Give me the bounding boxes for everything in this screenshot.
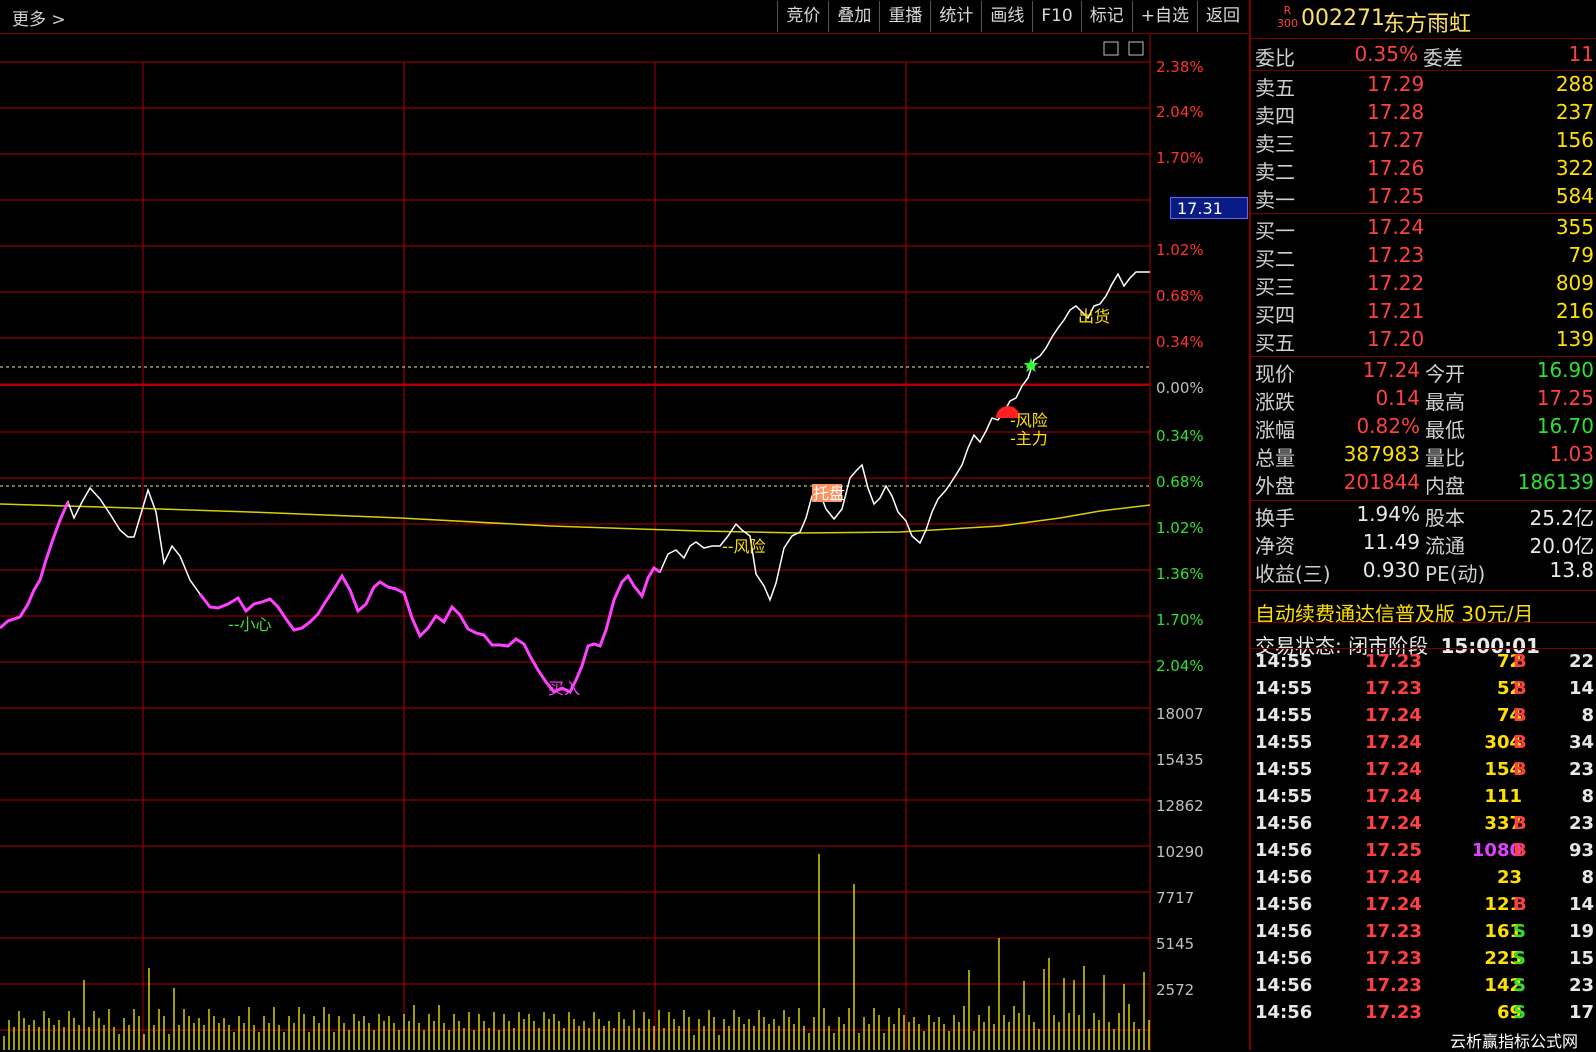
axis-tick-label: 1.70% (1156, 149, 1204, 167)
quote-stat-row: 总量 387983 量比 1.03 (1255, 442, 1594, 470)
tick-row: 14:56 17.23 69 S 17 (1255, 1002, 1594, 1023)
tick-row: 14:56 17.24 121 B 14 (1255, 894, 1594, 915)
sell-order-row: 卖五 17.29 288 (1255, 72, 1594, 100)
r300-badge: R 300 (1277, 4, 1298, 30)
axis-tick-label: 12862 (1156, 797, 1204, 815)
axis-tick-label: 0.34% (1156, 333, 1204, 351)
watermark: 云析赢指标公式网 (1450, 1032, 1579, 1051)
axis-tick-label: 1.02% (1156, 241, 1204, 259)
annotation-main-force: -主力 (1010, 429, 1048, 448)
annotation-ship: 出货 (1078, 307, 1110, 326)
financial-stat-row: 收益(三) 0.930 PE(动) 13.8 (1255, 558, 1594, 586)
axis-tick-label: 1.02% (1156, 519, 1204, 537)
financial-stat-row: 换手 1.94% 股本 25.2亿 (1255, 502, 1594, 530)
expand-icon (1103, 41, 1119, 56)
sell-order-row: 卖二 17.26 322 (1255, 156, 1594, 184)
tick-row: 14:56 17.25 1080 B 93 (1255, 840, 1594, 861)
toolbar-button[interactable]: 画线 (981, 1, 1032, 32)
buy-order-row: 买二 17.23 79 (1255, 243, 1594, 271)
intraday-chart[interactable]: 2.38% 2.04% 1.70% 1.02% 0.68% 0.34% 0.00% 0.34%… (0, 34, 1248, 1050)
axis-tick-label: 2.38% (1156, 58, 1204, 76)
toolbar-button[interactable]: 统计 (930, 1, 981, 32)
stock-header: R 300 002271 东方雨虹 (1251, 0, 1596, 39)
toolbar-button[interactable]: +自选 (1131, 1, 1197, 32)
quote-panel: R 300 002271 东方雨虹 委比 0.35% 委差 11 卖五 17.29 2… (1249, 0, 1596, 1050)
tick-row: 14:56 17.24 337 B 23 (1255, 813, 1594, 834)
axis-tick-label: 1.36% (1156, 565, 1204, 583)
axis-tick-label: 18007 (1156, 705, 1204, 723)
axis-tick-label: 5145 (1156, 935, 1194, 953)
tick-row: 14:56 17.24 23 8 (1255, 867, 1594, 888)
axis-tick-label: 7717 (1156, 889, 1194, 907)
axis-tick-label: 2.04% (1156, 103, 1204, 121)
axis-tick-label: 15435 (1156, 751, 1204, 769)
buy-order-row: 买三 17.22 809 (1255, 271, 1594, 299)
tick-row: 14:56 17.23 225 S 15 (1255, 948, 1594, 969)
chart-toolbar: 更多 > 竞价 叠加 重播 统计 画线 F10 标记 +自选 返回 (0, 0, 1248, 34)
annotation-risk: --风险 (722, 537, 766, 556)
tick-row: 14:55 17.24 74 B 8 (1255, 705, 1594, 726)
toolbar-buttons: 竞价 叠加 重播 统计 画线 F10 标记 +自选 返回 (777, 0, 1248, 33)
current-price-tag: 17.31 (1170, 197, 1248, 219)
annotation-bottom: 托盘 (813, 484, 845, 503)
weibi-row: 委比 0.35% 委差 11 (1255, 42, 1594, 70)
sell-order-row: 卖一 17.25 584 (1255, 184, 1594, 212)
star-icon: ★ (1022, 353, 1040, 377)
panel-toggle-icon (1128, 41, 1144, 56)
axis-tick-label: 0.00% (1156, 379, 1204, 397)
stock-code[interactable]: 002271 (1301, 6, 1385, 31)
tick-row: 14:55 17.24 304 B 34 (1255, 732, 1594, 753)
tick-row: 14:55 17.24 111 8 (1255, 786, 1594, 807)
tick-row: 14:56 17.23 142 S 23 (1255, 975, 1594, 996)
axis-tick-label: 0.34% (1156, 427, 1204, 445)
toolbar-button[interactable]: 标记 (1080, 1, 1132, 32)
tick-row: 14:56 17.23 161 S 19 (1255, 921, 1594, 942)
toolbar-button[interactable]: F10 (1032, 1, 1080, 32)
toolbar-button[interactable]: 竞价 (777, 1, 828, 32)
axis-tick-label: 10290 (1156, 843, 1204, 861)
annotation-buy: 买入 (548, 679, 580, 698)
quote-stat-row: 涨跌 0.14 最高 17.25 (1255, 386, 1594, 414)
buy-order-row: 买五 17.20 139 (1255, 327, 1594, 355)
buy-zone-line (0, 501, 70, 630)
price-line (0, 271, 1150, 694)
annotation-careful: --小心 (228, 615, 272, 634)
toolbar-button[interactable]: 重播 (879, 1, 930, 32)
financial-stat-row: 净资 11.49 流通 20.0亿 (1255, 530, 1594, 558)
sell-order-row: 卖三 17.27 156 (1255, 128, 1594, 156)
axis-tick-label: 0.68% (1156, 473, 1204, 491)
stock-name[interactable]: 东方雨虹 (1383, 6, 1471, 38)
quote-stat-row: 现价 17.24 今开 16.90 (1255, 358, 1594, 386)
axis-tick-label: 0.68% (1156, 287, 1204, 305)
quote-stat-row: 涨幅 0.82% 最低 16.70 (1255, 414, 1594, 442)
buy-order-row: 买四 17.21 216 (1255, 299, 1594, 327)
toolbar-button[interactable]: 返回 (1197, 1, 1248, 32)
more-button[interactable]: 更多 > (12, 5, 66, 30)
toolbar-button[interactable]: 叠加 (828, 1, 879, 32)
tick-row: 14:55 17.24 154 B 23 (1255, 759, 1594, 780)
tick-row: 14:55 17.23 72 B 22 (1255, 651, 1594, 672)
annotation-risk-2: -风险 (1010, 411, 1048, 430)
axis-tick-label: 1.70% (1156, 611, 1204, 629)
quote-stat-row: 外盘 201844 内盘 186139 (1255, 470, 1594, 498)
buy-order-row: 买一 17.24 355 (1255, 215, 1594, 243)
tick-row: 14:55 17.23 52 B 14 (1255, 678, 1594, 699)
axis-tick-label: 2572 (1156, 981, 1194, 999)
average-price-line (0, 503, 1151, 534)
sell-order-row: 卖四 17.28 237 (1255, 100, 1594, 128)
axis-tick-label: 2.04% (1156, 657, 1204, 675)
